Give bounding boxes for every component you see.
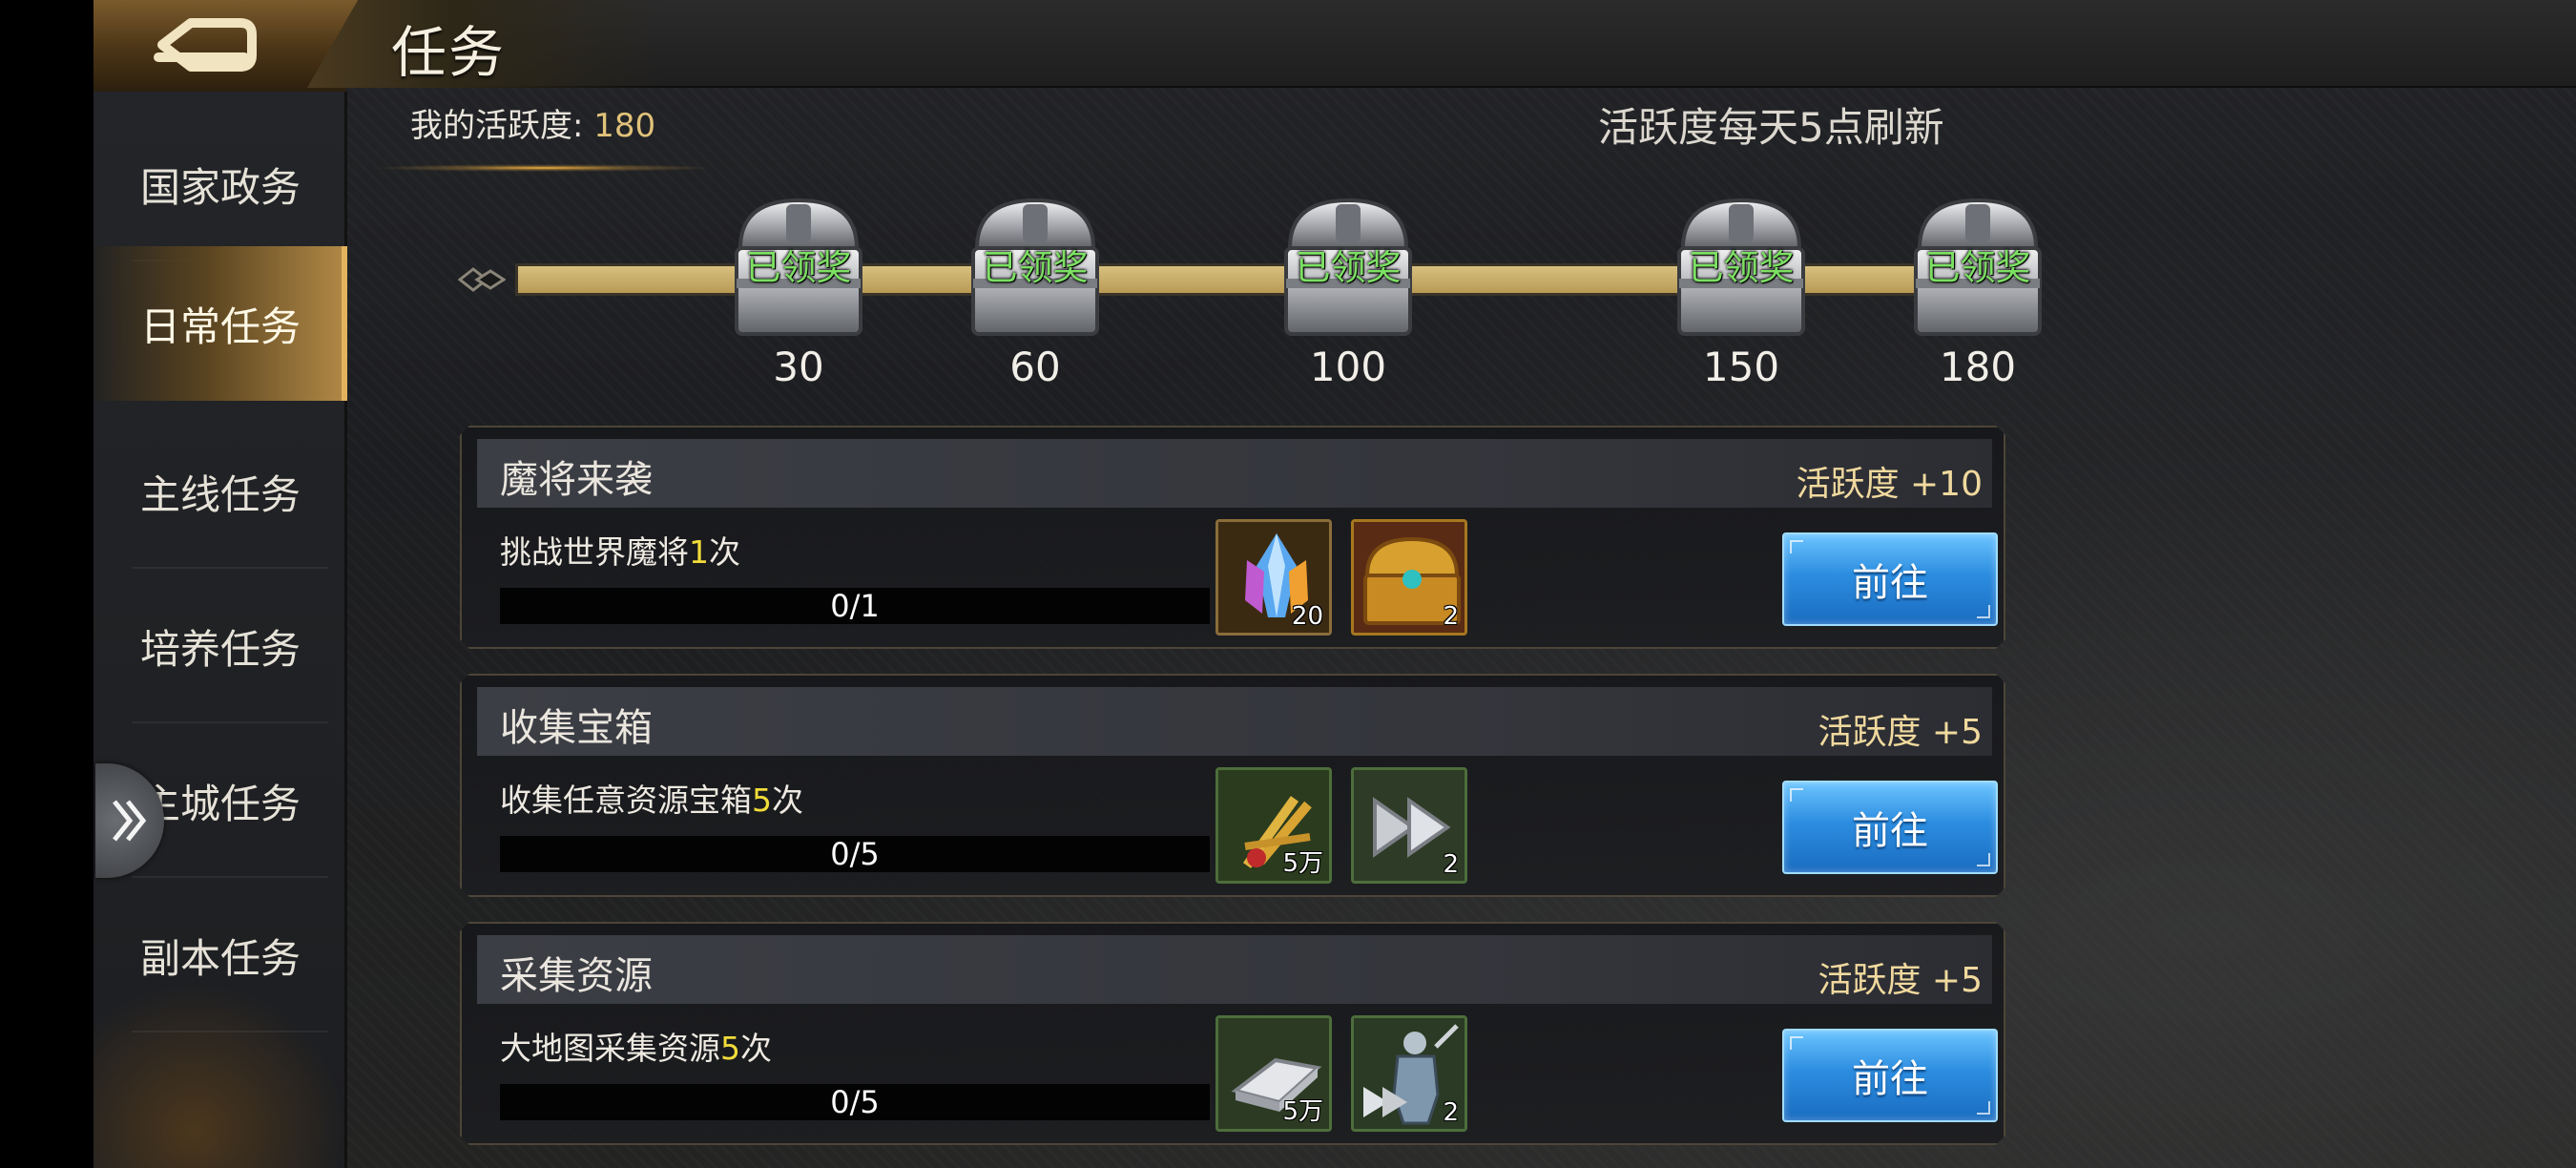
- activity-chest-60[interactable]: 已领奖 60: [964, 191, 1107, 390]
- go-button-label: 前往: [1852, 561, 1928, 605]
- chest-threshold: 30: [773, 344, 824, 390]
- corner-decoration: [1977, 605, 1990, 618]
- go-button[interactable]: 前往: [1782, 1029, 1998, 1122]
- task-description-text: 大地图采集资源: [500, 1030, 720, 1067]
- task-target-count: 5: [752, 782, 772, 819]
- task-target-count: 1: [689, 533, 709, 571]
- task-progress-text: 0/5: [830, 1084, 880, 1120]
- activity-score-value: 180: [593, 107, 656, 145]
- sidebar-item-main-tasks[interactable]: 主线任务: [93, 414, 347, 569]
- go-button-label: 前往: [1852, 1057, 1928, 1101]
- divider: [132, 1031, 328, 1032]
- task-target-count: 5: [720, 1030, 740, 1067]
- activity-chest-100[interactable]: 已领奖 100: [1277, 191, 1420, 390]
- chest-status: 已领奖: [1924, 247, 2031, 288]
- corner-decoration: [1790, 788, 1803, 802]
- track-start-diamond-icon: [458, 267, 506, 292]
- sidebar-item-label: 副本任务: [139, 934, 301, 982]
- task-description-text: 收集任意资源宝箱: [500, 782, 752, 819]
- activity-chest-180[interactable]: 已领奖 180: [1906, 191, 2049, 390]
- glow-divider: [372, 164, 716, 172]
- chest-status: 已领奖: [1688, 247, 1795, 288]
- task-description: 大地图采集资源5次: [500, 1023, 772, 1069]
- sidebar-item-label: 日常任务: [139, 302, 301, 350]
- reward-count: 5万: [1282, 1097, 1323, 1126]
- corner-decoration: [1790, 1036, 1803, 1050]
- task-header: [477, 687, 1992, 756]
- task-description-text: 挑战世界魔将: [500, 533, 689, 571]
- sidebar-item-training-tasks[interactable]: 培养任务: [93, 569, 347, 723]
- corner-decoration: [1977, 853, 1990, 866]
- chest-threshold: 180: [1939, 344, 2017, 390]
- task-description: 挑战世界魔将1次: [500, 527, 740, 573]
- task-progress-text: 0/1: [830, 588, 880, 624]
- task-name: 收集宝箱: [500, 706, 653, 750]
- sidebar-item-label: 主线任务: [139, 470, 301, 518]
- reward-slot[interactable]: 5万: [1215, 1015, 1332, 1132]
- reward-count: 20: [1291, 602, 1323, 631]
- reward-slot[interactable]: 2: [1351, 519, 1467, 636]
- corner-decoration: [1977, 1101, 1990, 1115]
- task-card: 魔将来袭 活跃度 +10 挑战世界魔将1次 0/1 20 2 前往: [460, 426, 2005, 649]
- back-arrow-icon: [154, 18, 257, 72]
- go-button[interactable]: 前往: [1782, 781, 1998, 874]
- page-title: 任务: [391, 20, 507, 85]
- activity-score: 我的活跃度: 180: [410, 99, 655, 146]
- chest-threshold: 60: [1009, 344, 1061, 390]
- sidebar-item-dungeon-tasks[interactable]: 副本任务: [93, 878, 347, 1032]
- reward-count: 2: [1443, 850, 1459, 879]
- sidebar-item-label: 培养任务: [139, 625, 301, 673]
- reward-slot[interactable]: 5万: [1215, 767, 1332, 884]
- sidebar: 国家政务 日常任务 主线任务 培养任务 主城任务 副本任务: [93, 92, 347, 1168]
- activity-chest-30[interactable]: 已领奖 30: [727, 191, 870, 390]
- sidebar-item-national-affairs[interactable]: 国家政务: [93, 107, 347, 261]
- refresh-note: 活跃度每天5点刷新: [1598, 104, 1944, 151]
- task-progress-bar: 0/5: [500, 1084, 1210, 1120]
- activity-score-label: 我的活跃度:: [410, 107, 594, 145]
- chest-threshold: 100: [1309, 344, 1387, 390]
- task-header: [477, 935, 1992, 1004]
- chest-threshold: 150: [1702, 344, 1780, 390]
- task-name: 魔将来袭: [500, 458, 653, 502]
- task-points: 活跃度 +10: [1796, 465, 1983, 504]
- chest-status: 已领奖: [1295, 247, 1402, 288]
- task-points: 活跃度 +5: [1818, 713, 1983, 752]
- reward-slot[interactable]: 2: [1351, 1015, 1467, 1132]
- task-points: 活跃度 +5: [1818, 961, 1983, 1000]
- sidebar-item-label: 主城任务: [139, 780, 301, 827]
- double-chevron-right-icon: [113, 800, 147, 842]
- sidebar-item-daily-tasks[interactable]: 日常任务: [93, 246, 347, 401]
- reward-count: 2: [1443, 602, 1459, 631]
- task-progress-bar: 0/1: [500, 588, 1210, 624]
- task-description-suffix: 次: [772, 782, 803, 819]
- back-button[interactable]: [153, 13, 258, 76]
- task-progress-bar: 0/5: [500, 836, 1210, 872]
- task-card: 收集宝箱 活跃度 +5 收集任意资源宝箱5次 0/5 5万 2 前往: [460, 674, 2005, 897]
- reward-count: 2: [1443, 1098, 1459, 1127]
- task-description: 收集任意资源宝箱5次: [500, 775, 803, 821]
- go-button[interactable]: 前往: [1782, 532, 1998, 626]
- task-description-suffix: 次: [740, 1030, 772, 1067]
- corner-decoration: [1790, 540, 1803, 553]
- task-header: [477, 439, 1992, 508]
- task-progress-text: 0/5: [830, 836, 880, 872]
- task-description-suffix: 次: [709, 533, 740, 571]
- chest-status: 已领奖: [982, 247, 1089, 288]
- sidebar-item-label: 国家政务: [139, 163, 301, 211]
- activity-chest-150[interactable]: 已领奖 150: [1670, 191, 1813, 390]
- reward-slot[interactable]: 20: [1215, 519, 1332, 636]
- task-name: 采集资源: [500, 954, 653, 998]
- reward-slot[interactable]: 2: [1351, 767, 1467, 884]
- reward-count: 5万: [1282, 849, 1323, 878]
- chest-status: 已领奖: [745, 247, 852, 288]
- task-card: 采集资源 活跃度 +5 大地图采集资源5次 0/5 5万 2 前往: [460, 922, 2005, 1145]
- go-button-label: 前往: [1852, 809, 1928, 853]
